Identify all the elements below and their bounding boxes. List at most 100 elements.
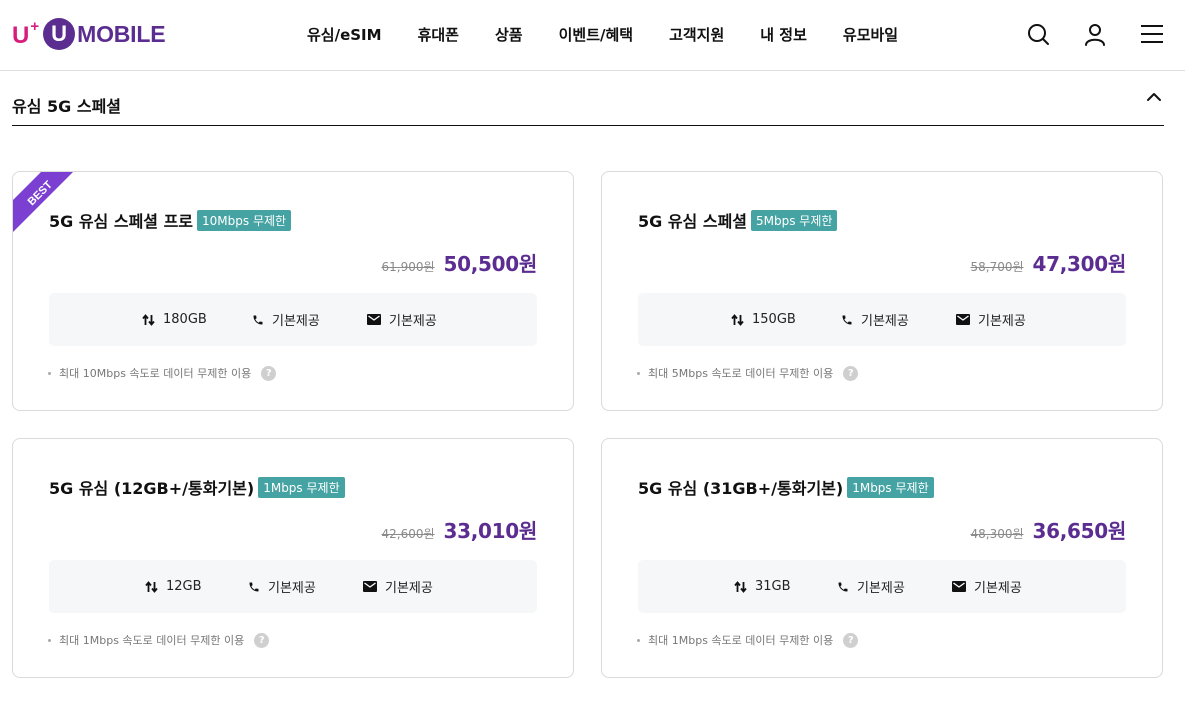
plan-title-row: 5G 유심 (12GB+/통화기본) 1Mbps 무제한 bbox=[49, 475, 345, 499]
plan-title-row: 5G 유심 스페셜 프로 10Mbps 무제한 bbox=[49, 208, 292, 232]
call-value: 기본제공 bbox=[857, 581, 905, 596]
plan-name: 5G 유심 (12GB+/통화기본) bbox=[49, 479, 255, 498]
call-info: 기본제공 bbox=[841, 293, 909, 346]
section-title: 유심 5G 스페셜 bbox=[12, 97, 122, 116]
plan-card[interactable]: 5G 유심 스페셜 5Mbps 무제한 58,700원 47,300원 150G… bbox=[601, 171, 1163, 411]
nav-phones[interactable]: 휴대폰 bbox=[418, 24, 459, 45]
sms-info: 기본제공 bbox=[956, 293, 1026, 346]
nav-my-info[interactable]: 내 정보 bbox=[760, 24, 807, 45]
nav-usim-esim[interactable]: 유심/eSIM bbox=[307, 24, 382, 45]
sale-price: 36,650원 bbox=[1032, 519, 1127, 543]
nav-products[interactable]: 상품 bbox=[495, 24, 523, 45]
price-row: 42,600원 33,010원 bbox=[381, 515, 537, 544]
umobile-logo[interactable]: U + U MOBILE bbox=[12, 16, 166, 52]
user-icon[interactable] bbox=[1083, 22, 1107, 46]
note-text: 최대 5Mbps 속도로 데이터 무제한 이용 bbox=[648, 367, 834, 380]
plan-info-box: 12GB 기본제공 기본제공 bbox=[49, 560, 537, 613]
data-transfer-icon bbox=[145, 580, 158, 593]
plan-note: 최대 10Mbps 속도로 데이터 무제한 이용 ? bbox=[48, 365, 277, 381]
sms-value: 기본제공 bbox=[389, 314, 437, 329]
phone-icon bbox=[838, 582, 848, 591]
plan-card[interactable]: 5G 유심 (31GB+/통화기본) 1Mbps 무제한 48,300원 36,… bbox=[601, 438, 1163, 678]
data-amount: 180GB bbox=[163, 312, 207, 327]
call-info: 기본제공 bbox=[248, 560, 316, 613]
plan-title-row: 5G 유심 (31GB+/통화기본) 1Mbps 무제한 bbox=[638, 475, 934, 499]
mail-icon bbox=[952, 581, 966, 592]
menu-icon[interactable] bbox=[1140, 22, 1164, 46]
chevron-up-icon[interactable] bbox=[1144, 87, 1164, 107]
sale-price: 50,500원 bbox=[443, 252, 538, 276]
note-text: 최대 10Mbps 속도로 데이터 무제한 이용 bbox=[59, 367, 252, 380]
call-value: 기본제공 bbox=[272, 314, 320, 329]
sms-info: 기본제공 bbox=[952, 560, 1022, 613]
speed-badge: 1Mbps 무제한 bbox=[258, 476, 345, 498]
data-info: 180GB bbox=[142, 293, 207, 346]
help-icon[interactable]: ? bbox=[254, 632, 270, 648]
help-icon[interactable]: ? bbox=[261, 365, 277, 381]
speed-badge: 10Mbps 무제한 bbox=[197, 209, 292, 231]
data-transfer-icon bbox=[731, 313, 744, 326]
note-text: 최대 1Mbps 속도로 데이터 무제한 이용 bbox=[648, 634, 834, 647]
plan-info-box: 150GB 기본제공 기본제공 bbox=[638, 293, 1126, 346]
plan-note: 최대 5Mbps 속도로 데이터 무제한 이용 ? bbox=[637, 365, 859, 381]
data-transfer-icon bbox=[734, 580, 747, 593]
sale-price: 47,300원 bbox=[1032, 252, 1127, 276]
sms-info: 기본제공 bbox=[367, 293, 437, 346]
plan-name: 5G 유심 (31GB+/통화기본) bbox=[638, 479, 844, 498]
data-info: 31GB bbox=[734, 560, 791, 613]
plan-info-box: 31GB 기본제공 기본제공 bbox=[638, 560, 1126, 613]
original-price: 61,900원 bbox=[381, 260, 435, 274]
section-divider bbox=[12, 125, 1164, 126]
search-icon[interactable] bbox=[1026, 22, 1050, 46]
plan-name: 5G 유심 스페셜 프로 bbox=[49, 212, 194, 231]
nav-events[interactable]: 이벤트/혜택 bbox=[559, 24, 633, 45]
note-text: 최대 1Mbps 속도로 데이터 무제한 이용 bbox=[59, 634, 245, 647]
price-row: 58,700원 47,300원 bbox=[970, 248, 1126, 277]
data-amount: 12GB bbox=[166, 579, 202, 594]
data-transfer-icon bbox=[142, 313, 155, 326]
nav-umobile[interactable]: 유모바일 bbox=[843, 24, 898, 45]
sms-value: 기본제공 bbox=[978, 314, 1026, 329]
phone-icon bbox=[253, 315, 263, 324]
plan-card[interactable]: 5G 유심 (12GB+/통화기본) 1Mbps 무제한 42,600원 33,… bbox=[12, 438, 574, 678]
sms-value: 기본제공 bbox=[385, 581, 433, 596]
phone-icon bbox=[249, 582, 259, 591]
bullet-dot bbox=[48, 638, 51, 642]
help-icon[interactable]: ? bbox=[843, 365, 859, 381]
plan-note: 최대 1Mbps 속도로 데이터 무제한 이용 ? bbox=[637, 632, 859, 648]
original-price: 58,700원 bbox=[970, 260, 1024, 274]
speed-badge: 1Mbps 무제한 bbox=[847, 476, 934, 498]
logo-text: MOBILE bbox=[77, 20, 166, 47]
plan-note: 최대 1Mbps 속도로 데이터 무제한 이용 ? bbox=[48, 632, 270, 648]
nav-support[interactable]: 고객지원 bbox=[669, 24, 724, 45]
plan-card[interactable]: BEST 5G 유심 스페셜 프로 10Mbps 무제한 61,900원 50,… bbox=[12, 171, 574, 411]
bullet-dot bbox=[48, 371, 51, 375]
data-amount: 31GB bbox=[755, 579, 791, 594]
sale-price: 33,010원 bbox=[443, 519, 538, 543]
speed-badge: 5Mbps 무제한 bbox=[751, 209, 838, 231]
price-row: 48,300원 36,650원 bbox=[970, 515, 1126, 544]
site-header: U + U MOBILE 유심/eSIM 휴대폰 상품 이벤트/혜택 고객지원 … bbox=[0, 0, 1185, 71]
call-info: 기본제공 bbox=[837, 560, 905, 613]
original-price: 42,600원 bbox=[381, 527, 435, 541]
logo-plus: + bbox=[30, 17, 40, 35]
help-icon[interactable]: ? bbox=[843, 632, 859, 648]
main-nav: 유심/eSIM 휴대폰 상품 이벤트/혜택 고객지원 내 정보 유모바일 bbox=[307, 24, 898, 45]
sms-info: 기본제공 bbox=[363, 560, 433, 613]
bullet-dot bbox=[637, 371, 640, 375]
data-amount: 150GB bbox=[752, 312, 796, 327]
bullet-dot bbox=[637, 638, 640, 642]
mail-icon bbox=[367, 314, 381, 325]
mail-icon bbox=[363, 581, 377, 592]
phone-icon bbox=[842, 315, 852, 324]
data-info: 150GB bbox=[731, 293, 796, 346]
call-value: 기본제공 bbox=[861, 314, 909, 329]
plan-title-row: 5G 유심 스페셜 5Mbps 무제한 bbox=[638, 208, 838, 232]
sms-value: 기본제공 bbox=[974, 581, 1022, 596]
call-value: 기본제공 bbox=[268, 581, 316, 596]
price-row: 61,900원 50,500원 bbox=[381, 248, 537, 277]
plan-info-box: 180GB 기본제공 기본제공 bbox=[49, 293, 537, 346]
mail-icon bbox=[956, 314, 970, 325]
plan-name: 5G 유심 스페셜 bbox=[638, 212, 748, 231]
call-info: 기본제공 bbox=[252, 293, 320, 346]
